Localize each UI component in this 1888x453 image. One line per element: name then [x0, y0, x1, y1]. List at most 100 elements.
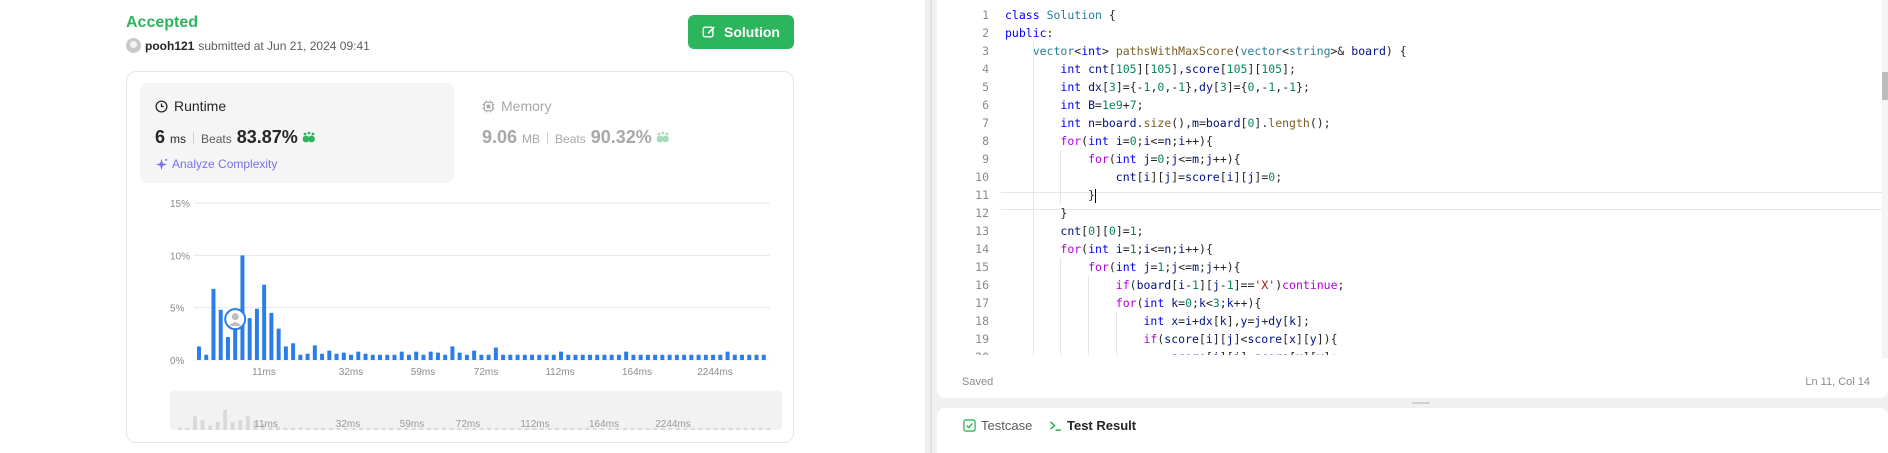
code-text[interactable]: cnt[0][0]=1; [1005, 222, 1143, 240]
histogram-bar[interactable] [406, 354, 411, 360]
histogram-bar[interactable] [254, 308, 259, 360]
histogram-bar[interactable] [609, 354, 614, 360]
code-text[interactable]: int x=i+dx[k],y=j+dy[k]; [1005, 312, 1309, 330]
histogram-bar[interactable] [747, 354, 752, 360]
histogram-bar[interactable] [515, 354, 520, 360]
histogram-bar[interactable] [341, 352, 346, 360]
histogram-bar[interactable] [624, 351, 629, 360]
histogram-bar[interactable] [595, 354, 600, 360]
histogram-bar[interactable] [566, 354, 571, 360]
code-line[interactable]: 18 int x=i+dx[k],y=j+dy[k]; [937, 312, 1888, 330]
histogram-bar[interactable] [725, 351, 730, 360]
code-line[interactable]: 2 public: [937, 24, 1888, 42]
histogram-bar[interactable] [450, 346, 455, 360]
histogram-bar[interactable] [653, 354, 658, 360]
scrollbar-thumb[interactable] [1882, 72, 1888, 100]
histogram-bar[interactable] [320, 353, 325, 360]
histogram-bar[interactable] [682, 354, 687, 360]
histogram-bar[interactable] [378, 354, 382, 360]
histogram-bar[interactable] [674, 354, 679, 360]
code-text[interactable]: int dx[3]={-1,0,-1},dy[3]={0,-1,-1}; [1005, 78, 1310, 96]
histogram-bar[interactable] [732, 354, 737, 360]
histogram-bar[interactable] [689, 354, 694, 360]
tab-test-result[interactable]: Test Result [1049, 418, 1136, 433]
histogram-bar[interactable] [493, 347, 498, 360]
histogram-bar[interactable] [283, 346, 288, 360]
histogram-bar[interactable] [349, 354, 354, 360]
histogram-bar[interactable] [472, 350, 477, 360]
code-text[interactable]: public: [1005, 24, 1053, 42]
code-text[interactable]: if(board[i-1][j-1]=='X')continue; [1005, 276, 1345, 294]
code-line[interactable]: 10 cnt[i][j]=score[i][j]=0; [937, 168, 1888, 186]
code-line[interactable]: 7 int n=board.size(),m=board[0].length()… [937, 114, 1888, 132]
histogram-bar[interactable] [544, 354, 549, 360]
histogram-bar[interactable] [508, 354, 513, 360]
code-line[interactable]: 3 vector<int> pathsWithMaxScore(vector<s… [937, 42, 1888, 60]
histogram-bar[interactable] [631, 354, 636, 360]
code-line[interactable]: 8 for(int i=0;i<=n;i++){ [937, 132, 1888, 150]
histogram-bar[interactable] [711, 354, 716, 360]
code-line[interactable]: 11 } [937, 186, 1888, 204]
histogram-bar[interactable] [559, 351, 564, 360]
histogram-bar[interactable] [580, 354, 585, 360]
histogram-bar[interactable] [262, 284, 267, 360]
histogram-bar[interactable] [587, 354, 592, 360]
histogram-bar[interactable] [479, 354, 484, 360]
analyze-complexity-link[interactable]: Analyze Complexity [155, 157, 277, 171]
code-text[interactable]: int cnt[105][105],score[105][105]; [1005, 60, 1296, 78]
histogram-bar[interactable] [457, 352, 462, 360]
vertical-scrollbar[interactable] [1882, 0, 1888, 358]
histogram-bar[interactable] [327, 350, 332, 360]
histogram-bar[interactable] [428, 351, 433, 360]
histogram-bar[interactable] [276, 328, 281, 360]
histogram-bar[interactable] [718, 354, 723, 360]
histogram-bar[interactable] [392, 354, 397, 360]
histogram-bar[interactable] [269, 312, 274, 360]
histogram-bar[interactable] [363, 353, 368, 360]
histogram-bar[interactable] [638, 354, 643, 360]
runtime-distribution-chart[interactable]: 15% 10% 5% 0% 11ms 32ms 59ms 72ms 112ms 164ms 2244… [140, 195, 780, 380]
code-line[interactable]: 9 for(int j=0;j<=m;j++){ [937, 150, 1888, 168]
code-line[interactable]: 14 for(int i=1;i<=n;i++){ [937, 240, 1888, 258]
histogram-bar[interactable] [486, 354, 491, 360]
histogram-bar[interactable] [501, 354, 506, 360]
histogram-bar[interactable] [385, 354, 390, 360]
histogram-bar[interactable] [740, 354, 745, 360]
code-area[interactable]: 1 class Solution {2 public: 3 vector<int> p… [937, 6, 1888, 355]
histogram-bar[interactable] [312, 345, 317, 360]
resize-grip[interactable] [1412, 402, 1430, 404]
code-text[interactable]: class Solution { [1005, 6, 1116, 24]
code-text[interactable]: for(int i=0;i<=n;i++){ [1005, 132, 1213, 150]
histogram-bar[interactable] [754, 354, 759, 360]
memory-title[interactable]: Memory [482, 98, 552, 114]
histogram-bar[interactable] [421, 354, 426, 360]
histogram-bar[interactable] [435, 352, 440, 360]
code-line[interactable]: 17 for(int k=0;k<3;k++){ [937, 294, 1888, 312]
histogram-bar[interactable] [305, 353, 310, 360]
histogram-bar[interactable] [761, 354, 766, 360]
histogram-bar[interactable] [218, 309, 223, 360]
code-line[interactable]: 20 score[i][j]=score[x][y]; [937, 348, 1888, 355]
code-line[interactable]: 12 } [937, 204, 1888, 222]
histogram-bar[interactable] [240, 255, 245, 360]
code-line[interactable]: 19 if(score[i][j]<score[x][y]){ [937, 330, 1888, 348]
histogram-bar[interactable] [247, 318, 252, 360]
code-line[interactable]: 16 if(board[i-1][j-1]=='X')continue; [937, 276, 1888, 294]
histogram-bar[interactable] [573, 354, 578, 360]
code-text[interactable]: score[i][j]=score[x][y]; [1005, 348, 1337, 355]
histogram-bar[interactable] [197, 346, 201, 360]
code-text[interactable]: if(score[i][j]<score[x][y]){ [1005, 330, 1337, 348]
solution-button[interactable]: Solution [688, 15, 794, 49]
histogram-bar[interactable] [537, 354, 542, 360]
panel-resize-handle[interactable] [925, 0, 937, 453]
code-text[interactable]: for(int k=0;k<3;k++){ [1005, 294, 1262, 312]
histogram-bar[interactable] [204, 354, 209, 360]
histogram-bar[interactable] [696, 354, 701, 360]
code-text[interactable]: } [1005, 186, 1097, 204]
code-text[interactable]: cnt[i][j]=score[i][j]=0; [1005, 168, 1282, 186]
code-line[interactable]: 13 cnt[0][0]=1; [937, 222, 1888, 240]
histogram-bar[interactable] [551, 354, 556, 360]
histogram-bar[interactable] [225, 336, 230, 360]
code-editor[interactable]: 1 class Solution {2 public: 3 vector<int> p… [937, 0, 1888, 398]
histogram-bar[interactable] [660, 354, 665, 360]
